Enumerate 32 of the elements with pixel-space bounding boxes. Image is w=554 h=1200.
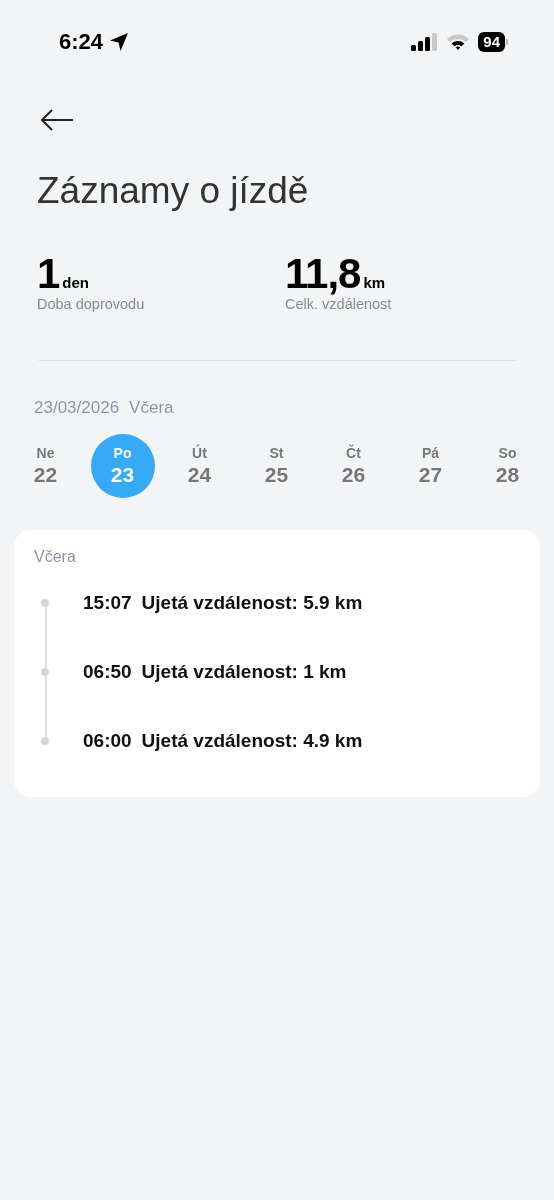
trip-time: 15:07 [83, 591, 132, 614]
stat-label: Celk. vzdálenost [285, 296, 393, 312]
page-title: Záznamy o jízdě [37, 170, 310, 212]
stat-unit: den [62, 274, 90, 291]
day-tab[interactable]: Čt 26 [321, 434, 386, 498]
trip-distance: Ujetá vzdálenost: 4.9 km [141, 729, 363, 752]
stat-unit: km [363, 274, 386, 291]
day-tab[interactable]: Út 24 [167, 434, 232, 498]
day-tab[interactable]: Ne 22 [13, 434, 78, 498]
day-tab[interactable]: Po 23 [90, 434, 155, 498]
trip-time: 06:50 [83, 660, 132, 683]
timeline-dot [41, 598, 49, 607]
stat-value: 1 [37, 254, 60, 294]
day-tab[interactable]: St 25 [244, 434, 309, 498]
battery-icon: 94 [478, 32, 508, 52]
location-arrow-icon [109, 32, 130, 52]
wifi-icon [446, 33, 471, 51]
day-tab[interactable]: So 28 [475, 434, 540, 498]
timeline-dot [41, 736, 49, 745]
signal-icon [411, 33, 439, 51]
date-text: 23/03/2026 [34, 398, 120, 418]
stat-label: Doba doprovodu [37, 296, 146, 312]
relative-day: Včera [129, 398, 174, 418]
timeline-dot [41, 667, 49, 676]
trip-time: 06:00 [83, 729, 132, 752]
stat-value: 11,8 [285, 254, 361, 294]
trip-distance: Ujetá vzdálenost: 1 km [141, 660, 347, 683]
clock-time: 6:24 [59, 29, 104, 55]
day-tab[interactable]: Pá 27 [398, 434, 463, 498]
card-heading: Včera [34, 548, 76, 566]
back-arrow-icon[interactable] [40, 108, 74, 132]
trip-distance: Ujetá vzdálenost: 5.9 km [141, 591, 363, 614]
